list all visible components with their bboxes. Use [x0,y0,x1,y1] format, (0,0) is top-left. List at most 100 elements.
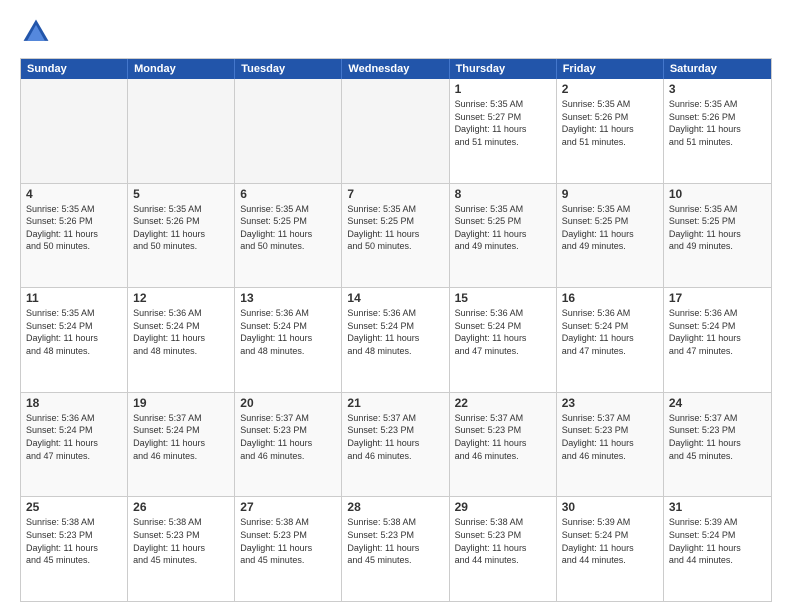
day-number: 15 [455,291,551,305]
empty-cell-0-2 [235,79,342,183]
cell-info: Sunrise: 5:37 AMSunset: 5:23 PMDaylight:… [347,412,443,462]
cell-info: Sunrise: 5:36 AMSunset: 5:24 PMDaylight:… [133,307,229,357]
cell-info: Sunrise: 5:36 AMSunset: 5:24 PMDaylight:… [669,307,766,357]
day-cell-21: 21 Sunrise: 5:37 AMSunset: 5:23 PMDayligh… [342,393,449,497]
day-number: 3 [669,82,766,96]
weekday-header-thursday: Thursday [450,59,557,79]
cell-info: Sunrise: 5:37 AMSunset: 5:23 PMDaylight:… [455,412,551,462]
cell-info: Sunrise: 5:37 AMSunset: 5:23 PMDaylight:… [240,412,336,462]
day-cell-25: 25 Sunrise: 5:38 AMSunset: 5:23 PMDayligh… [21,497,128,601]
cell-info: Sunrise: 5:35 AMSunset: 5:27 PMDaylight:… [455,98,551,148]
weekday-header-sunday: Sunday [21,59,128,79]
day-number: 7 [347,187,443,201]
page: SundayMondayTuesdayWednesdayThursdayFrid… [0,0,792,612]
calendar-header: SundayMondayTuesdayWednesdayThursdayFrid… [21,59,771,79]
day-cell-31: 31 Sunrise: 5:39 AMSunset: 5:24 PMDayligh… [664,497,771,601]
cell-info: Sunrise: 5:35 AMSunset: 5:24 PMDaylight:… [26,307,122,357]
day-number: 31 [669,500,766,514]
cell-info: Sunrise: 5:37 AMSunset: 5:23 PMDaylight:… [669,412,766,462]
day-cell-3: 3 Sunrise: 5:35 AMSunset: 5:26 PMDaylight… [664,79,771,183]
weekday-header-tuesday: Tuesday [235,59,342,79]
day-cell-27: 27 Sunrise: 5:38 AMSunset: 5:23 PMDayligh… [235,497,342,601]
day-cell-17: 17 Sunrise: 5:36 AMSunset: 5:24 PMDayligh… [664,288,771,392]
cell-info: Sunrise: 5:35 AMSunset: 5:25 PMDaylight:… [562,203,658,253]
day-cell-1: 1 Sunrise: 5:35 AMSunset: 5:27 PMDaylight… [450,79,557,183]
logo [20,16,56,48]
day-number: 24 [669,396,766,410]
day-number: 23 [562,396,658,410]
day-number: 10 [669,187,766,201]
day-cell-29: 29 Sunrise: 5:38 AMSunset: 5:23 PMDayligh… [450,497,557,601]
day-cell-6: 6Sunrise: 5:35 AMSunset: 5:25 PMDaylight… [235,184,342,288]
day-number: 16 [562,291,658,305]
day-cell-2: 2 Sunrise: 5:35 AMSunset: 5:26 PMDaylight… [557,79,664,183]
day-number: 18 [26,396,122,410]
day-cell-20: 20Sunrise: 5:37 AMSunset: 5:23 PMDayligh… [235,393,342,497]
day-number: 9 [562,187,658,201]
day-number: 2 [562,82,658,96]
cell-info: Sunrise: 5:36 AMSunset: 5:24 PMDaylight:… [562,307,658,357]
cell-info: Sunrise: 5:38 AMSunset: 5:23 PMDaylight:… [133,516,229,566]
cell-info: Sunrise: 5:35 AMSunset: 5:25 PMDaylight:… [347,203,443,253]
day-cell-23: 23Sunrise: 5:37 AMSunset: 5:23 PMDayligh… [557,393,664,497]
day-cell-26: 26Sunrise: 5:38 AMSunset: 5:23 PMDayligh… [128,497,235,601]
day-number: 17 [669,291,766,305]
empty-cell-0-3 [342,79,449,183]
cell-info: Sunrise: 5:35 AMSunset: 5:26 PMDaylight:… [669,98,766,148]
cell-info: Sunrise: 5:36 AMSunset: 5:24 PMDaylight:… [455,307,551,357]
day-cell-4: 4 Sunrise: 5:35 AMSunset: 5:26 PMDaylight… [21,184,128,288]
day-number: 25 [26,500,122,514]
day-cell-7: 7 Sunrise: 5:35 AMSunset: 5:25 PMDaylight… [342,184,449,288]
calendar: SundayMondayTuesdayWednesdayThursdayFrid… [20,58,772,602]
calendar-row-1: 4 Sunrise: 5:35 AMSunset: 5:26 PMDaylight… [21,184,771,289]
weekday-header-wednesday: Wednesday [342,59,449,79]
cell-info: Sunrise: 5:35 AMSunset: 5:26 PMDaylight:… [562,98,658,148]
calendar-row-4: 25 Sunrise: 5:38 AMSunset: 5:23 PMDayligh… [21,497,771,601]
cell-info: Sunrise: 5:36 AMSunset: 5:24 PMDaylight:… [26,412,122,462]
day-number: 5 [133,187,229,201]
day-number: 19 [133,396,229,410]
day-number: 12 [133,291,229,305]
day-number: 6 [240,187,336,201]
calendar-body: 1 Sunrise: 5:35 AMSunset: 5:27 PMDaylight… [21,79,771,601]
cell-info: Sunrise: 5:38 AMSunset: 5:23 PMDaylight:… [240,516,336,566]
day-number: 4 [26,187,122,201]
weekday-header-friday: Friday [557,59,664,79]
day-cell-12: 12 Sunrise: 5:36 AMSunset: 5:24 PMDayligh… [128,288,235,392]
empty-cell-0-0 [21,79,128,183]
cell-info: Sunrise: 5:38 AMSunset: 5:23 PMDaylight:… [455,516,551,566]
day-number: 21 [347,396,443,410]
day-number: 1 [455,82,551,96]
day-cell-30: 30 Sunrise: 5:39 AMSunset: 5:24 PMDayligh… [557,497,664,601]
day-cell-10: 10Sunrise: 5:35 AMSunset: 5:25 PMDayligh… [664,184,771,288]
calendar-row-3: 18 Sunrise: 5:36 AMSunset: 5:24 PMDayligh… [21,393,771,498]
logo-icon [20,16,52,48]
cell-info: Sunrise: 5:38 AMSunset: 5:23 PMDaylight:… [26,516,122,566]
day-cell-22: 22Sunrise: 5:37 AMSunset: 5:23 PMDayligh… [450,393,557,497]
cell-info: Sunrise: 5:37 AMSunset: 5:24 PMDaylight:… [133,412,229,462]
day-number: 30 [562,500,658,514]
day-number: 27 [240,500,336,514]
day-cell-8: 8 Sunrise: 5:35 AMSunset: 5:25 PMDaylight… [450,184,557,288]
day-cell-5: 5Sunrise: 5:35 AMSunset: 5:26 PMDaylight… [128,184,235,288]
calendar-row-0: 1 Sunrise: 5:35 AMSunset: 5:27 PMDaylight… [21,79,771,184]
day-cell-9: 9 Sunrise: 5:35 AMSunset: 5:25 PMDaylight… [557,184,664,288]
day-cell-24: 24 Sunrise: 5:37 AMSunset: 5:23 PMDayligh… [664,393,771,497]
day-cell-13: 13Sunrise: 5:36 AMSunset: 5:24 PMDayligh… [235,288,342,392]
day-cell-18: 18 Sunrise: 5:36 AMSunset: 5:24 PMDayligh… [21,393,128,497]
day-number: 29 [455,500,551,514]
cell-info: Sunrise: 5:39 AMSunset: 5:24 PMDaylight:… [669,516,766,566]
cell-info: Sunrise: 5:35 AMSunset: 5:26 PMDaylight:… [26,203,122,253]
calendar-row-2: 11Sunrise: 5:35 AMSunset: 5:24 PMDayligh… [21,288,771,393]
day-number: 14 [347,291,443,305]
weekday-header-saturday: Saturday [664,59,771,79]
cell-info: Sunrise: 5:35 AMSunset: 5:25 PMDaylight:… [455,203,551,253]
day-cell-14: 14 Sunrise: 5:36 AMSunset: 5:24 PMDayligh… [342,288,449,392]
day-number: 13 [240,291,336,305]
day-cell-11: 11Sunrise: 5:35 AMSunset: 5:24 PMDayligh… [21,288,128,392]
day-number: 8 [455,187,551,201]
day-cell-16: 16 Sunrise: 5:36 AMSunset: 5:24 PMDayligh… [557,288,664,392]
cell-info: Sunrise: 5:39 AMSunset: 5:24 PMDaylight:… [562,516,658,566]
cell-info: Sunrise: 5:36 AMSunset: 5:24 PMDaylight:… [347,307,443,357]
cell-info: Sunrise: 5:38 AMSunset: 5:23 PMDaylight:… [347,516,443,566]
